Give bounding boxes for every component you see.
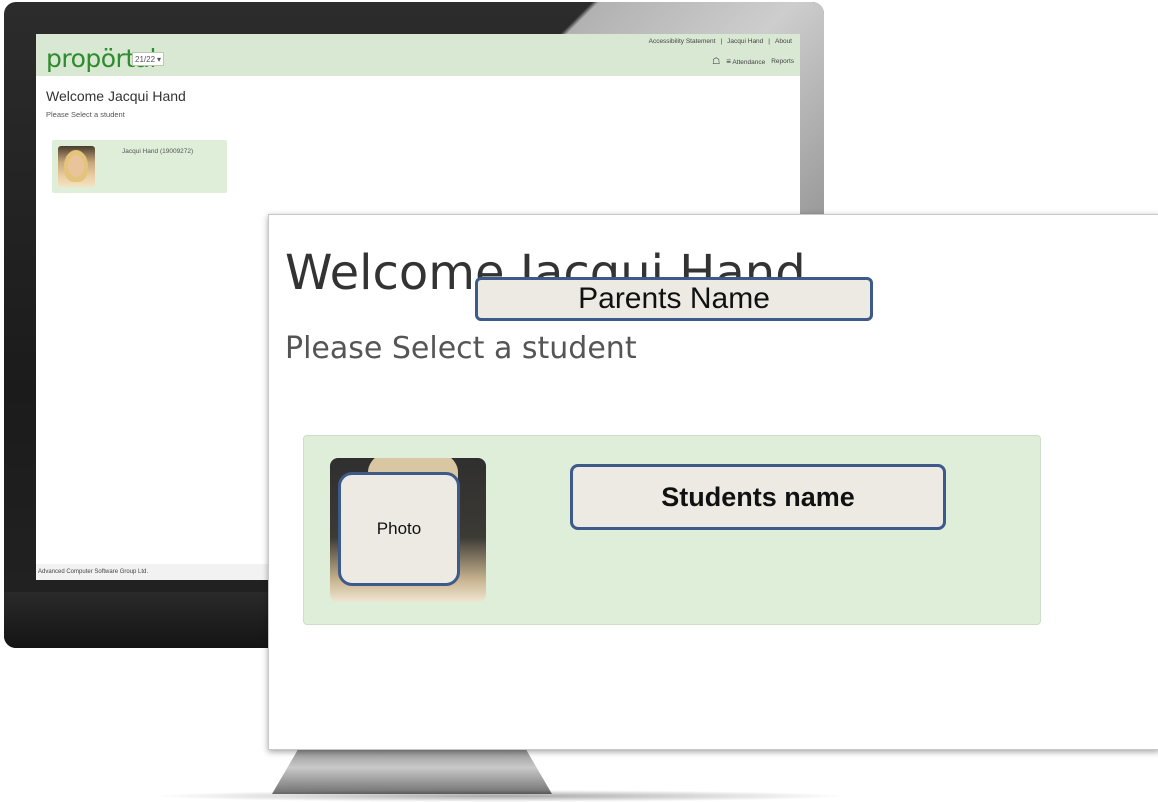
page-title: Welcome Jacqui Hand (46, 88, 186, 104)
student-card[interactable]: Jacqui Hand (19009272) (52, 140, 227, 193)
separator: | (720, 38, 723, 45)
main-nav: ☖ ≡ Attendance Reports (712, 56, 794, 67)
monitor-stand (272, 746, 552, 794)
students-name-callout: Students name (570, 464, 946, 530)
zoom-student-card[interactable]: Photo Students name (303, 435, 1041, 625)
student-photo (58, 146, 95, 187)
reports-link[interactable]: Reports (771, 58, 794, 65)
about-link[interactable]: About (775, 38, 792, 45)
user-link[interactable]: Jacqui Hand (727, 38, 763, 45)
stand-shadow (150, 790, 850, 802)
accessibility-link[interactable]: Accessibility Statement (649, 38, 716, 45)
attendance-label: Attendance (732, 59, 766, 66)
student-name: Jacqui Hand (19009272) (122, 148, 194, 155)
page-subtitle: Please Select a student (46, 110, 125, 119)
zoom-panel: Welcome Jacqui Hand Please Select a stud… (268, 214, 1158, 750)
list-icon: ≡ (726, 57, 731, 66)
attendance-link[interactable]: ≡ Attendance (726, 57, 765, 66)
top-bar: propörtal 21/22 ▾ Accessibility Statemen… (36, 34, 800, 76)
home-icon[interactable]: ☖ (712, 56, 720, 67)
photo-callout: Photo (338, 472, 460, 586)
year-select[interactable]: 21/22 ▾ (132, 52, 164, 66)
chevron-down-icon: ▾ (156, 54, 161, 64)
zoom-subtitle: Please Select a student (285, 331, 637, 366)
top-links: Accessibility Statement | Jacqui Hand | … (649, 38, 792, 45)
year-select-value: 21/22 (135, 54, 156, 64)
parents-name-callout: Parents Name (475, 277, 873, 321)
separator: | (768, 38, 770, 45)
photo-face (68, 155, 84, 177)
